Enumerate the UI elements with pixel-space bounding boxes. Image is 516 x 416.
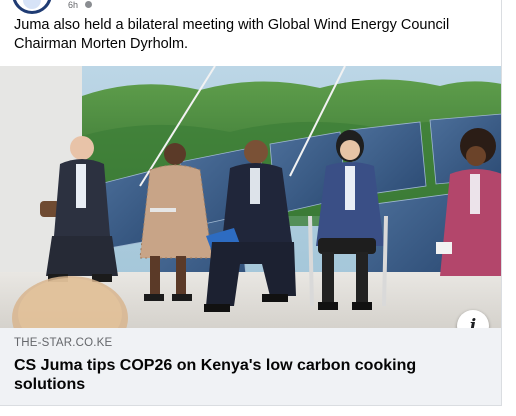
card-border [0,0,502,406]
facebook-post-card: 6h Juma also held a bilateral meeting wi… [0,0,516,416]
